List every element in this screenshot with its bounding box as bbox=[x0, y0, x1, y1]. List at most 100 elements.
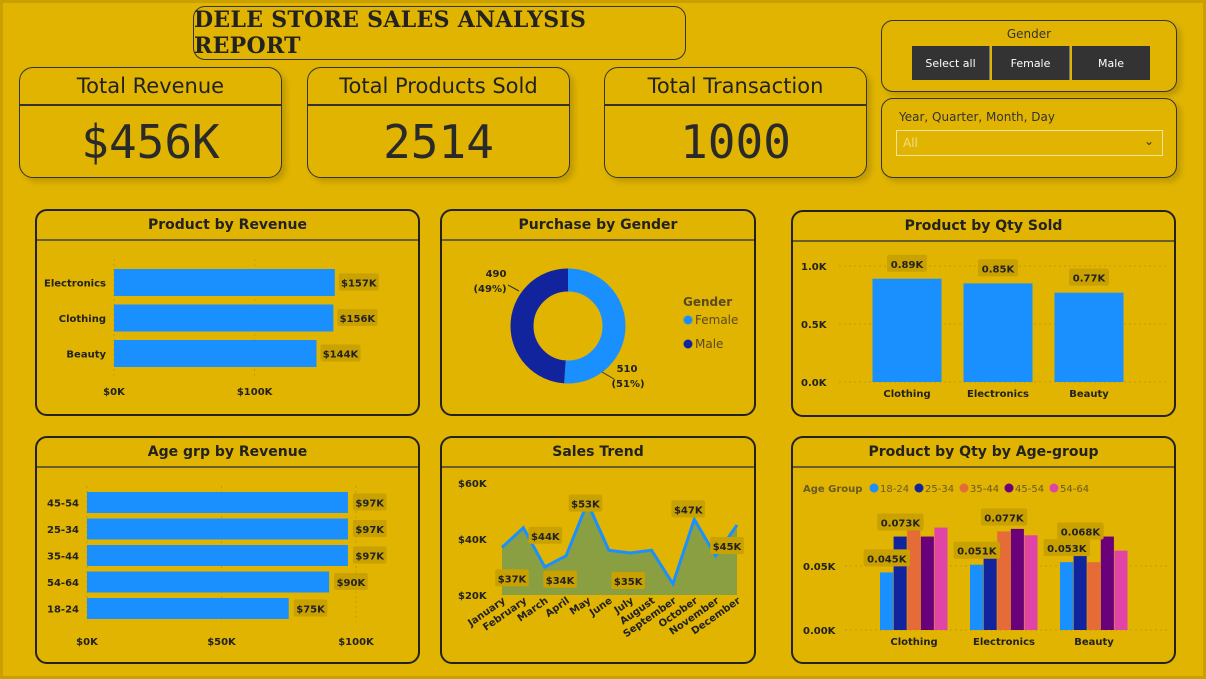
bar bbox=[114, 269, 335, 296]
kpi-label: Total Transaction bbox=[605, 68, 866, 106]
product-by-qty-by-age-group-chart: 0.00K 0.05K Age Group 18-24 25-34 35-44 45-54 5… bbox=[803, 483, 1168, 648]
product-by-qty-by-age-group-card: Product by Qty by Age-group 0.00K 0.05K Ag… bbox=[791, 436, 1176, 664]
bar bbox=[1054, 292, 1124, 382]
gender-slicer-title: Gender bbox=[1006, 27, 1052, 41]
legend-marker bbox=[683, 339, 693, 349]
kpi-card-total-transaction[interactable]: Total Transaction 1000 bbox=[604, 67, 867, 178]
data-label: 0.053K bbox=[1047, 544, 1088, 555]
bar bbox=[920, 536, 934, 630]
category-label: May bbox=[568, 595, 593, 617]
legend-label: 25-34 bbox=[925, 484, 954, 495]
gender-slicer: Gender Select all Female Male bbox=[881, 20, 1177, 92]
data-label: $45K bbox=[713, 542, 743, 553]
legend-label: 18-24 bbox=[880, 484, 909, 495]
kpi-card-total-products-sold[interactable]: Total Products Sold 2514 bbox=[307, 67, 570, 178]
select-all-button[interactable]: Select all bbox=[912, 46, 990, 80]
legend-label: Male bbox=[695, 337, 723, 351]
bar bbox=[114, 340, 317, 367]
leader-line bbox=[507, 284, 520, 292]
data-label: $34K bbox=[546, 576, 576, 587]
data-label: $75K bbox=[296, 605, 326, 616]
tick-label: $40K bbox=[458, 535, 488, 546]
bar bbox=[970, 564, 984, 630]
sales-trend-chart: $20K $40K $60K $37K $44K $34K $53K $35K $47K $45K… bbox=[458, 479, 744, 640]
leader-line bbox=[601, 371, 615, 380]
kpi-label: Total Products Sold bbox=[308, 68, 569, 106]
data-label: $97K bbox=[355, 525, 385, 536]
bar bbox=[934, 527, 948, 630]
bar bbox=[114, 304, 334, 332]
bar bbox=[1100, 536, 1114, 630]
tick-label: $100K bbox=[338, 637, 375, 648]
legend-marker bbox=[959, 483, 969, 493]
kpi-value: 2514 bbox=[383, 114, 494, 169]
bar bbox=[87, 518, 348, 540]
legend-title: Gender bbox=[683, 295, 732, 309]
category-label: Electronics bbox=[44, 279, 106, 290]
data-label: $47K bbox=[674, 505, 704, 516]
category-label: 18-24 bbox=[47, 605, 79, 616]
kpi-label: Total Revenue bbox=[20, 68, 281, 106]
legend-marker bbox=[1049, 483, 1059, 493]
data-label: 0.89K bbox=[891, 260, 925, 271]
tick-label: $100K bbox=[237, 387, 274, 398]
product-by-revenue-card: Product by Revenue Electronics $157K Cloth… bbox=[35, 209, 420, 416]
legend-marker bbox=[869, 483, 879, 493]
tick-label: 0.05K bbox=[803, 562, 837, 573]
data-label: 0.068K bbox=[1061, 528, 1102, 539]
category-label: Clothing bbox=[890, 637, 937, 648]
bar bbox=[1024, 535, 1038, 630]
data-label: $97K bbox=[355, 552, 385, 563]
data-label: $37K bbox=[498, 574, 528, 585]
bar bbox=[983, 550, 997, 630]
tick-label: $0K bbox=[76, 637, 99, 648]
chevron-down-icon: ⌄ bbox=[1143, 134, 1154, 148]
bar bbox=[1087, 562, 1101, 630]
category-label: Electronics bbox=[967, 389, 1029, 400]
bar bbox=[963, 283, 1033, 382]
bar bbox=[1060, 562, 1074, 630]
bar bbox=[87, 492, 348, 513]
kpi-value: $456K bbox=[81, 114, 220, 169]
tick-label: $50K bbox=[207, 637, 237, 648]
legend-label: 45-54 bbox=[1015, 484, 1044, 495]
data-label: 0.051K bbox=[957, 547, 998, 558]
legend-marker bbox=[914, 483, 924, 493]
female-button[interactable]: Female bbox=[992, 46, 1070, 80]
purchase-by-gender-chart: 510 (51%) 490 (49%) Gender Female Male bbox=[473, 268, 738, 390]
legend-label: 35-44 bbox=[970, 484, 999, 495]
bar bbox=[1114, 550, 1128, 630]
product-by-qty-sold-card: Product by Qty Sold 0.0K 0.5K 1.0K 0.89K Clo… bbox=[791, 210, 1176, 417]
category-label: 54-64 bbox=[47, 578, 79, 589]
date-dropdown[interactable]: All ⌄ bbox=[896, 130, 1163, 156]
date-slicer: Year, Quarter, Month, Day All ⌄ bbox=[881, 98, 1177, 178]
category-label: Beauty bbox=[66, 350, 106, 361]
tick-label: 0.0K bbox=[801, 378, 828, 389]
bar bbox=[87, 545, 348, 566]
data-label: $156K bbox=[340, 314, 377, 325]
tick-label: $0K bbox=[103, 387, 126, 398]
slice-value-label: 510 bbox=[617, 364, 638, 375]
bar bbox=[1073, 545, 1087, 630]
bar bbox=[907, 527, 921, 630]
category-label: Clothing bbox=[59, 314, 106, 325]
data-label: 0.073K bbox=[881, 519, 922, 530]
data-label: 0.077K bbox=[984, 513, 1025, 524]
category-label: June bbox=[587, 595, 615, 619]
category-label: Electronics bbox=[973, 637, 1035, 648]
tick-label: 1.0K bbox=[801, 262, 828, 273]
kpi-value: 1000 bbox=[680, 114, 791, 169]
slice-value-label: 490 bbox=[486, 269, 507, 280]
male-button[interactable]: Male bbox=[1072, 46, 1150, 80]
legend-label: 54-64 bbox=[1060, 484, 1089, 495]
date-slicer-title: Year, Quarter, Month, Day bbox=[899, 110, 1055, 124]
date-dropdown-value: All bbox=[903, 136, 918, 150]
data-label: $35K bbox=[614, 577, 644, 588]
kpi-card-total-revenue[interactable]: Total Revenue $456K bbox=[19, 67, 282, 178]
data-label: $53K bbox=[571, 500, 601, 511]
tick-label: $20K bbox=[458, 591, 488, 602]
legend-marker bbox=[683, 315, 693, 325]
age-grp-by-revenue-chart: 45-54 $97K 25-34 $97K 35-44 $97K 54-64 $90K 18-2… bbox=[47, 486, 387, 648]
report-title-box: DELE STORE SALES ANALYSIS REPORT bbox=[193, 6, 686, 60]
category-label: 45-54 bbox=[47, 499, 79, 510]
